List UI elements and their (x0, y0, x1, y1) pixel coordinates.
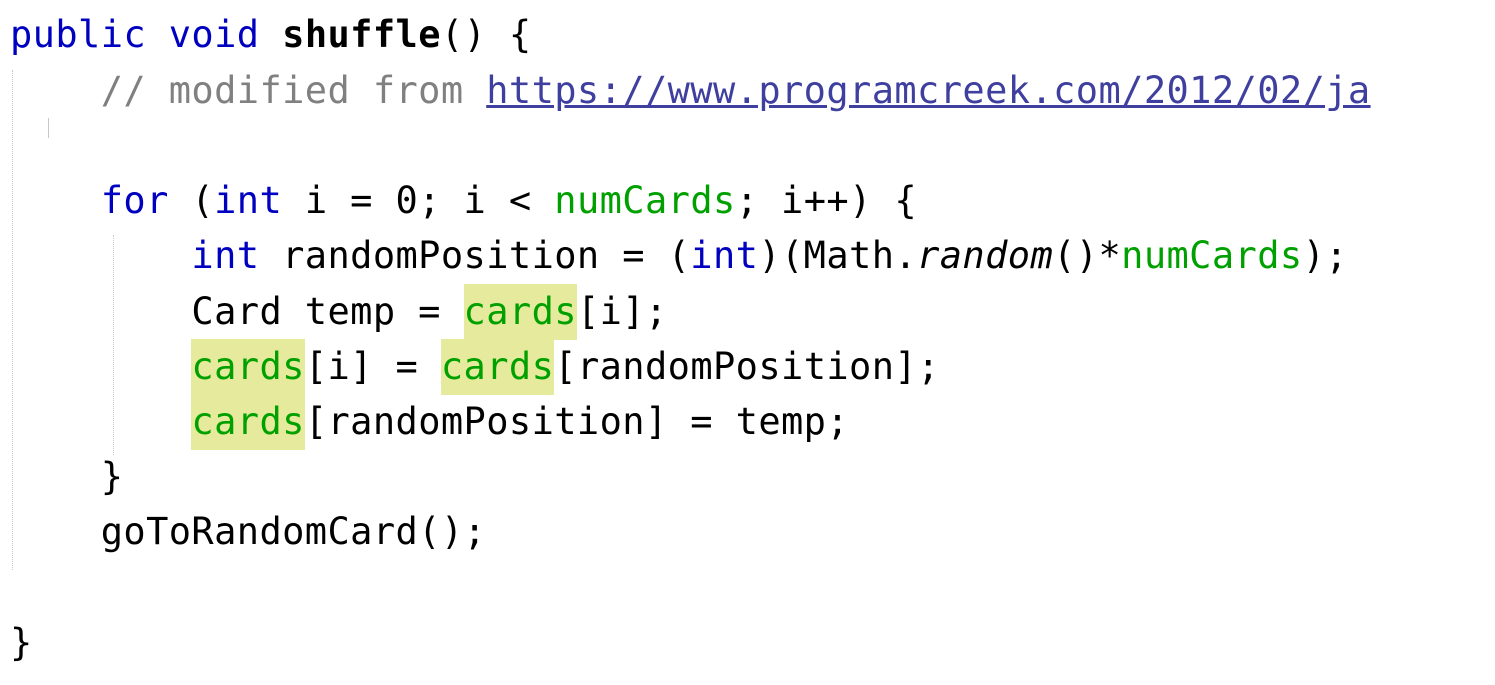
code-line-7[interactable]: cards[i] = cards[randomPosition]; (10, 339, 940, 395)
line8-end: [randomPosition] = temp; (304, 400, 850, 443)
code-editor[interactable]: public void shuffle() { // modified from… (0, 0, 1495, 685)
code-line-10[interactable]: goToRandomCard(); (10, 504, 486, 560)
method-random: random (917, 234, 1054, 277)
line5-math: )(Math. (758, 234, 918, 277)
keyword-int-cast: int (690, 234, 759, 277)
code-line-2[interactable]: // modified from https://www.programcree… (10, 63, 1371, 119)
code-line-6[interactable]: Card temp = cards[i]; (10, 284, 668, 340)
code-line-5[interactable]: int randomPosition = (int)(Math.random()… (10, 228, 1348, 284)
keyword-int: int (214, 179, 283, 222)
for-rest: ; i++) { (735, 179, 918, 222)
method-signature-rest: () { (440, 13, 532, 56)
keyword-public: public (10, 13, 147, 56)
field-cards-highlight: cards (191, 339, 305, 395)
comment-prefix: // modified from (100, 69, 487, 112)
code-line-4[interactable]: for (int i = 0; i < numCards; i++) { (10, 173, 917, 229)
line7-end: [randomPosition]; (554, 345, 940, 388)
field-numcards: numCards (554, 179, 736, 222)
line6-end: [i]; (576, 290, 668, 333)
closing-brace-for: } (100, 455, 124, 498)
line7-mid: [i] = (304, 345, 441, 388)
field-cards-highlight: cards (440, 339, 555, 395)
field-numcards: numCards (1121, 234, 1303, 277)
line5-end: ); (1302, 234, 1348, 277)
keyword-int: int (191, 234, 260, 277)
code-line-1[interactable]: public void shuffle() { (10, 7, 532, 63)
goto-random-card-call: goToRandomCard(); (100, 510, 487, 553)
code-line-9[interactable]: } (10, 449, 123, 505)
for-open: ( (168, 179, 215, 222)
method-name: shuffle (282, 13, 441, 56)
keyword-void: void (168, 13, 260, 56)
code-line-12[interactable]: } (10, 615, 33, 671)
line6-start: Card temp = (191, 290, 464, 333)
keyword-for: for (100, 179, 169, 222)
code-line-8[interactable]: cards[randomPosition] = temp; (10, 394, 849, 450)
closing-brace-method: } (10, 621, 33, 664)
comment-link[interactable]: https://www.programcreek.com/2012/02/ja (486, 69, 1370, 112)
field-cards-highlight: cards (463, 284, 577, 340)
field-cards-highlight: cards (191, 394, 305, 450)
text-cursor (48, 118, 49, 138)
for-init: i = 0; i < (282, 179, 555, 222)
line5-call: ()* (1053, 234, 1122, 277)
line5-mid: randomPosition = ( (259, 234, 691, 277)
